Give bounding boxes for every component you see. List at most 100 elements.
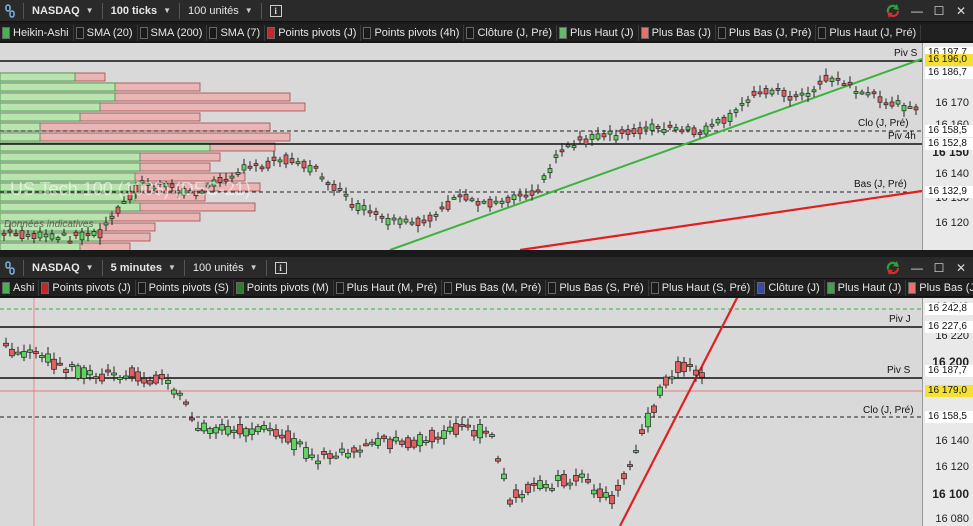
top-price-axis[interactable]: 16 20016 17016 16016 15016 14016 13016 1…: [922, 43, 973, 250]
close-icon[interactable]: ✕: [955, 4, 967, 18]
indicator-legend-item[interactable]: Points pivots (J): [39, 279, 136, 296]
candle-body: [337, 188, 343, 191]
candle-body: [537, 480, 543, 490]
bottom-indicator-legend: Ashi Points pivots (J) Points pivots (S) Po…: [0, 279, 973, 297]
candle-body: [427, 214, 433, 222]
candle-body: [63, 369, 69, 373]
indicator-legend-item[interactable]: Plus Bas (J, Pré): [716, 24, 817, 41]
candle-body: [543, 484, 549, 489]
indicator-legend-item[interactable]: Plus Haut (J, Pré): [816, 24, 922, 41]
axis-tick-label: 16 140: [935, 168, 969, 180]
close-icon[interactable]: ✕: [955, 261, 967, 275]
info-button[interactable]: i: [265, 2, 287, 20]
candle-body: [577, 136, 583, 141]
price-level-tag: 16 158,5: [925, 125, 973, 137]
chevron-down-icon: ▼: [167, 263, 176, 272]
indicator-label: Plus Haut (J, Pré): [829, 26, 917, 39]
indicator-legend-item[interactable]: Plus Bas (S, Pré): [546, 279, 649, 296]
instrument-selector[interactable]: NASDAQ ▼: [27, 259, 99, 277]
candle-body: [487, 198, 493, 208]
instrument-selector[interactable]: NASDAQ ▼: [27, 2, 99, 20]
candle-body: [823, 74, 829, 82]
indicator-label: Plus Haut (J): [837, 281, 902, 294]
price-level-tag: 16 179,0: [925, 385, 973, 397]
candle-body: [25, 234, 31, 237]
candle-body: [633, 450, 639, 453]
minimize-icon[interactable]: —: [911, 261, 923, 275]
indicator-legend-item[interactable]: Plus Bas (M, Pré): [442, 279, 547, 296]
chain-link-icon[interactable]: [3, 260, 17, 275]
candle-body: [679, 129, 685, 133]
candle-body: [121, 201, 127, 204]
minimize-icon[interactable]: —: [911, 4, 923, 18]
candle-body: [565, 144, 571, 148]
candle-body: [591, 489, 597, 495]
candle-body: [411, 439, 417, 448]
indicator-legend-item[interactable]: Plus Haut (M, Pré): [334, 279, 443, 296]
candle-body: [567, 482, 573, 486]
indicator-legend-item[interactable]: Plus Haut (J): [825, 279, 907, 296]
candle-body: [619, 129, 625, 134]
indicator-label: Plus Bas (S, Pré): [559, 281, 644, 294]
candle-body: [273, 429, 279, 437]
candle-body: [609, 494, 615, 505]
candle-body: [327, 453, 333, 459]
candle-body: [271, 156, 277, 161]
candle-body: [21, 351, 27, 358]
toolbar-divider: [183, 259, 185, 276]
indicator-legend-item[interactable]: Clôture (J): [755, 279, 825, 296]
units-selector[interactable]: 100 unités ▼: [183, 2, 258, 20]
candle-body: [703, 125, 709, 135]
indicator-legend-item[interactable]: Plus Haut (J): [557, 24, 639, 41]
top-price-chart[interactable]: US Tech 100 (100$) (DEC-21) Données indi…: [0, 43, 922, 250]
candle-body: [669, 376, 675, 380]
candle-body: [201, 422, 207, 432]
info-button[interactable]: i: [270, 259, 292, 277]
indicator-legend-item[interactable]: Heikin-Ashi: [0, 24, 74, 41]
candle-body: [279, 434, 285, 439]
maximize-icon[interactable]: ☐: [933, 261, 945, 275]
refresh-icon[interactable]: [885, 3, 901, 19]
bottom-price-axis[interactable]: 16 26016 24016 22016 20016 16016 14016 1…: [922, 298, 973, 526]
candle-body: [57, 362, 63, 366]
candle-body: [73, 231, 79, 236]
candle-body: [91, 231, 97, 236]
indicator-legend-item[interactable]: SMA (200): [138, 24, 208, 41]
indicator-legend-item[interactable]: Clôture (J, Pré): [464, 24, 558, 41]
candle-body: [687, 364, 693, 367]
candle-body: [373, 211, 379, 215]
candle-body: [529, 190, 535, 196]
indicator-legend-item[interactable]: Plus Bas (J): [906, 280, 973, 296]
indicator-legend-item[interactable]: SMA (20): [74, 24, 138, 41]
chain-link-icon[interactable]: [3, 3, 17, 18]
bottom-price-chart[interactable]: Piv J Piv S Clo (J, Pré): [0, 298, 922, 526]
candle-body: [43, 233, 49, 238]
refresh-icon[interactable]: [885, 260, 901, 276]
interval-selector[interactable]: 5 minutes ▼: [106, 259, 181, 277]
units-selector[interactable]: 100 unités ▼: [188, 259, 263, 277]
indicator-legend-item[interactable]: Points pivots (4h): [361, 24, 465, 41]
candle-body: [811, 89, 817, 93]
price-level-tag: 16 187,7: [925, 365, 973, 377]
interval-selector[interactable]: 100 ticks ▼: [106, 2, 176, 20]
indicator-legend-item[interactable]: SMA (7): [207, 24, 266, 41]
indicator-legend-item[interactable]: Ashi: [0, 279, 40, 296]
candle-body: [495, 458, 501, 462]
candle-body: [661, 129, 667, 133]
candle-body: [523, 194, 529, 198]
volume-profile-bar: [0, 72, 76, 82]
indicator-legend-item[interactable]: Points pivots (J): [265, 24, 362, 41]
candle-body: [69, 364, 75, 367]
candle-body: [129, 367, 135, 378]
maximize-icon[interactable]: ☐: [933, 4, 945, 18]
indicator-legend-item[interactable]: Points pivots (M): [234, 279, 334, 296]
candle-body: [513, 489, 519, 498]
window-controls: — ☐ ✕: [885, 259, 967, 277]
indicator-legend-item[interactable]: Plus Bas (J): [639, 24, 716, 41]
candle-body: [519, 494, 525, 499]
candle-body: [585, 479, 591, 483]
indicator-legend-item[interactable]: Plus Haut (S, Pré): [649, 279, 756, 296]
chevron-down-icon: ▼: [163, 6, 171, 15]
candle-body: [61, 232, 67, 236]
indicator-legend-item[interactable]: Points pivots (S): [136, 279, 234, 296]
